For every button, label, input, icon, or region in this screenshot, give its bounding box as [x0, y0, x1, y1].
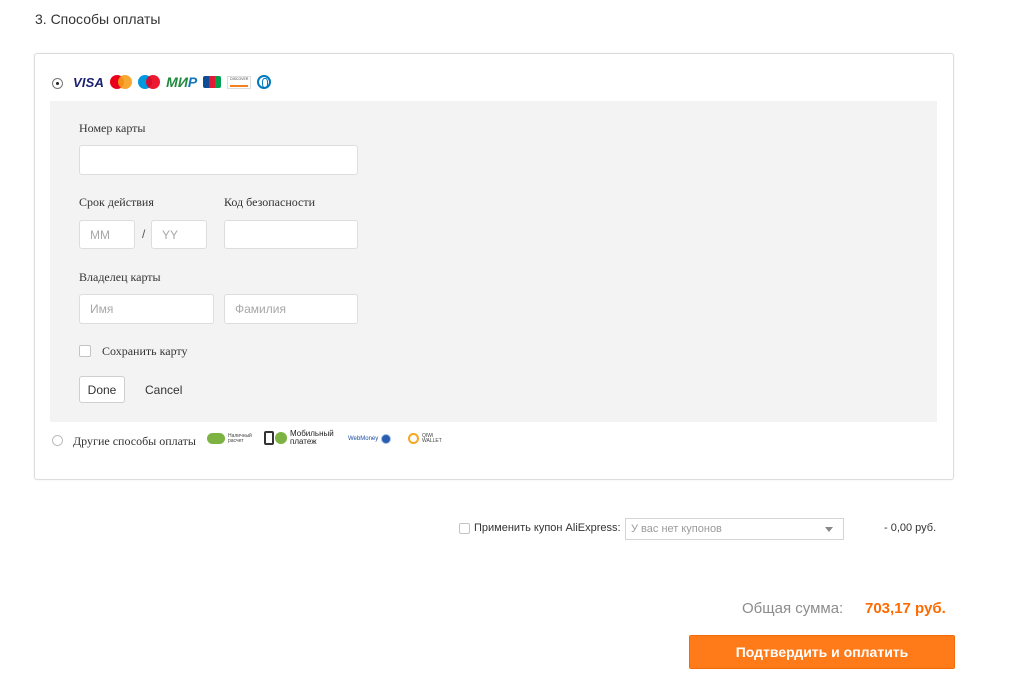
- total-label: Общая сумма:: [742, 600, 844, 617]
- card-holder-label: Владелец карты: [79, 270, 161, 284]
- webmoney-globe-icon: [381, 434, 392, 444]
- first-name-input[interactable]: Имя: [79, 294, 214, 324]
- discover-logo-icon: DISCOVER: [227, 75, 252, 89]
- expiry-separator: /: [142, 227, 146, 241]
- expiry-month-input[interactable]: MM: [79, 220, 135, 249]
- maestro-logo-icon: [110, 75, 133, 89]
- mir-logo-blue: Р: [187, 74, 198, 90]
- qiwi-icon: [408, 433, 419, 444]
- cash-payment-method[interactable]: Наличный расчет: [207, 433, 252, 444]
- confirm-and-pay-button[interactable]: Подтвердить и оплатить: [689, 635, 955, 669]
- card-logos: VISA МИР DISCOVER: [73, 74, 272, 90]
- expiry-label: Срок действия: [79, 195, 154, 209]
- cash-line2: расчет: [228, 437, 244, 444]
- chevron-down-icon: [825, 527, 833, 532]
- done-button[interactable]: Done: [79, 376, 125, 403]
- other-payment-label: Другие способы оплаты: [73, 434, 196, 448]
- mobile-payment-method[interactable]: Мобильный платеж: [264, 430, 334, 446]
- total-amount: 703,17 руб.: [865, 600, 946, 617]
- card-number-input[interactable]: [79, 145, 358, 175]
- phone-icon: [264, 431, 274, 445]
- visa-logo-icon: VISA: [73, 74, 105, 90]
- other-payment-radio[interactable]: [52, 435, 63, 446]
- mobile-badge-icon: [275, 432, 287, 444]
- save-card-label: Сохранить карту: [102, 344, 188, 358]
- cvc-input[interactable]: [224, 220, 358, 249]
- card-number-label: Номер карты: [79, 121, 146, 135]
- mastercard-logo-icon: [138, 75, 161, 89]
- webmoney-label: WebMoney: [348, 435, 379, 442]
- mobile-line2: платеж: [290, 437, 317, 446]
- cash-icon: [207, 433, 225, 444]
- mir-logo-green: МИ: [166, 74, 188, 90]
- coupon-discount-amount: - 0,00 руб.: [884, 522, 937, 534]
- jcb-logo-icon: [203, 76, 222, 88]
- card-payment-radio[interactable]: [52, 78, 63, 89]
- coupon-checkbox[interactable]: [459, 523, 470, 534]
- qiwi-payment-method[interactable]: QIWI WALLET: [408, 433, 442, 444]
- last-name-input[interactable]: Фамилия: [224, 294, 358, 324]
- coupon-label: Применить купон AliExpress:: [474, 522, 621, 534]
- expiry-year-input[interactable]: YY: [151, 220, 207, 249]
- webmoney-payment-method[interactable]: WebMoney: [348, 434, 392, 444]
- mir-logo-icon: МИР: [166, 74, 197, 90]
- qiwi-line2: WALLET: [422, 437, 442, 444]
- coupon-select-value: У вас нет купонов: [631, 523, 722, 535]
- diners-logo-icon: [257, 75, 272, 89]
- save-card-checkbox[interactable]: [79, 345, 91, 357]
- coupon-select[interactable]: У вас нет купонов: [625, 518, 844, 540]
- cvc-label: Код безопасности: [224, 195, 316, 209]
- cancel-button[interactable]: Cancel: [145, 383, 182, 397]
- section-title: 3. Способы оплаты: [35, 11, 161, 27]
